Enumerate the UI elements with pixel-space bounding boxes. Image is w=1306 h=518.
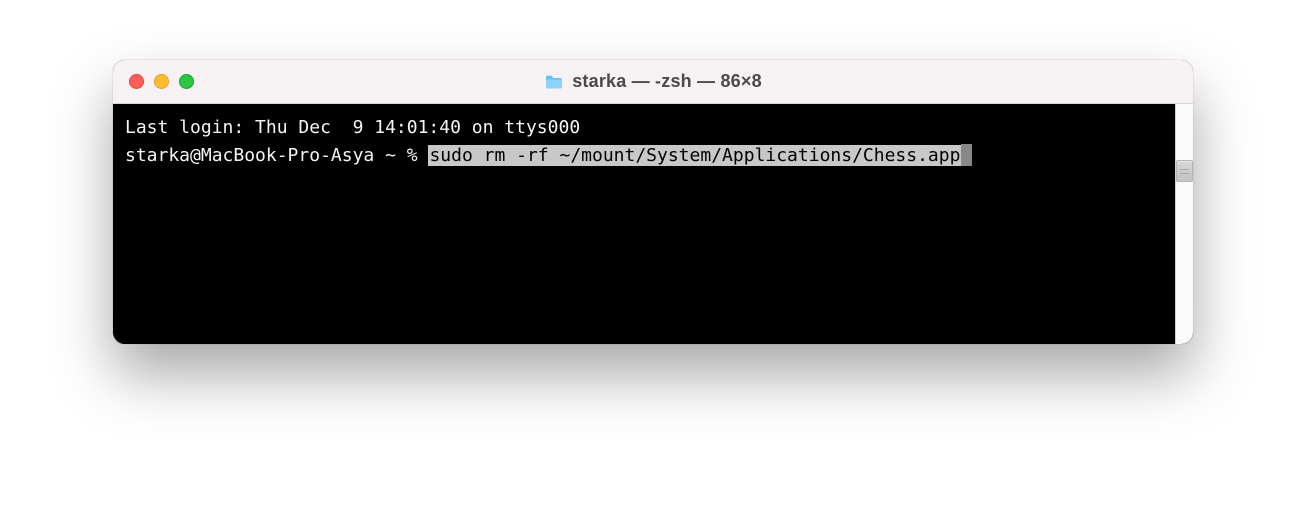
traffic-lights bbox=[113, 74, 194, 89]
minimize-icon[interactable] bbox=[154, 74, 169, 89]
titlebar[interactable]: starka — -zsh — 86×8 bbox=[113, 60, 1193, 104]
window-title: starka — -zsh — 86×8 bbox=[572, 71, 762, 92]
terminal-content[interactable]: Last login: Thu Dec 9 14:01:40 on ttys00… bbox=[113, 104, 1193, 344]
close-icon[interactable] bbox=[129, 74, 144, 89]
command-text[interactable]: sudo rm -rf ~/mount/System/Applications/… bbox=[428, 145, 961, 166]
folder-icon bbox=[544, 74, 564, 90]
prompt-line: starka@MacBook-Pro-Asya ~ % sudo rm -rf … bbox=[125, 142, 1181, 170]
terminal-window: starka — -zsh — 86×8 Last login: Thu Dec… bbox=[113, 60, 1193, 344]
scrollbar[interactable] bbox=[1175, 104, 1193, 344]
prompt-text: starka@MacBook-Pro-Asya ~ % bbox=[125, 145, 428, 166]
last-login-line: Last login: Thu Dec 9 14:01:40 on ttys00… bbox=[125, 114, 1181, 142]
zoom-icon[interactable] bbox=[179, 74, 194, 89]
cursor bbox=[961, 144, 972, 166]
scrollbar-thumb[interactable] bbox=[1176, 160, 1193, 182]
